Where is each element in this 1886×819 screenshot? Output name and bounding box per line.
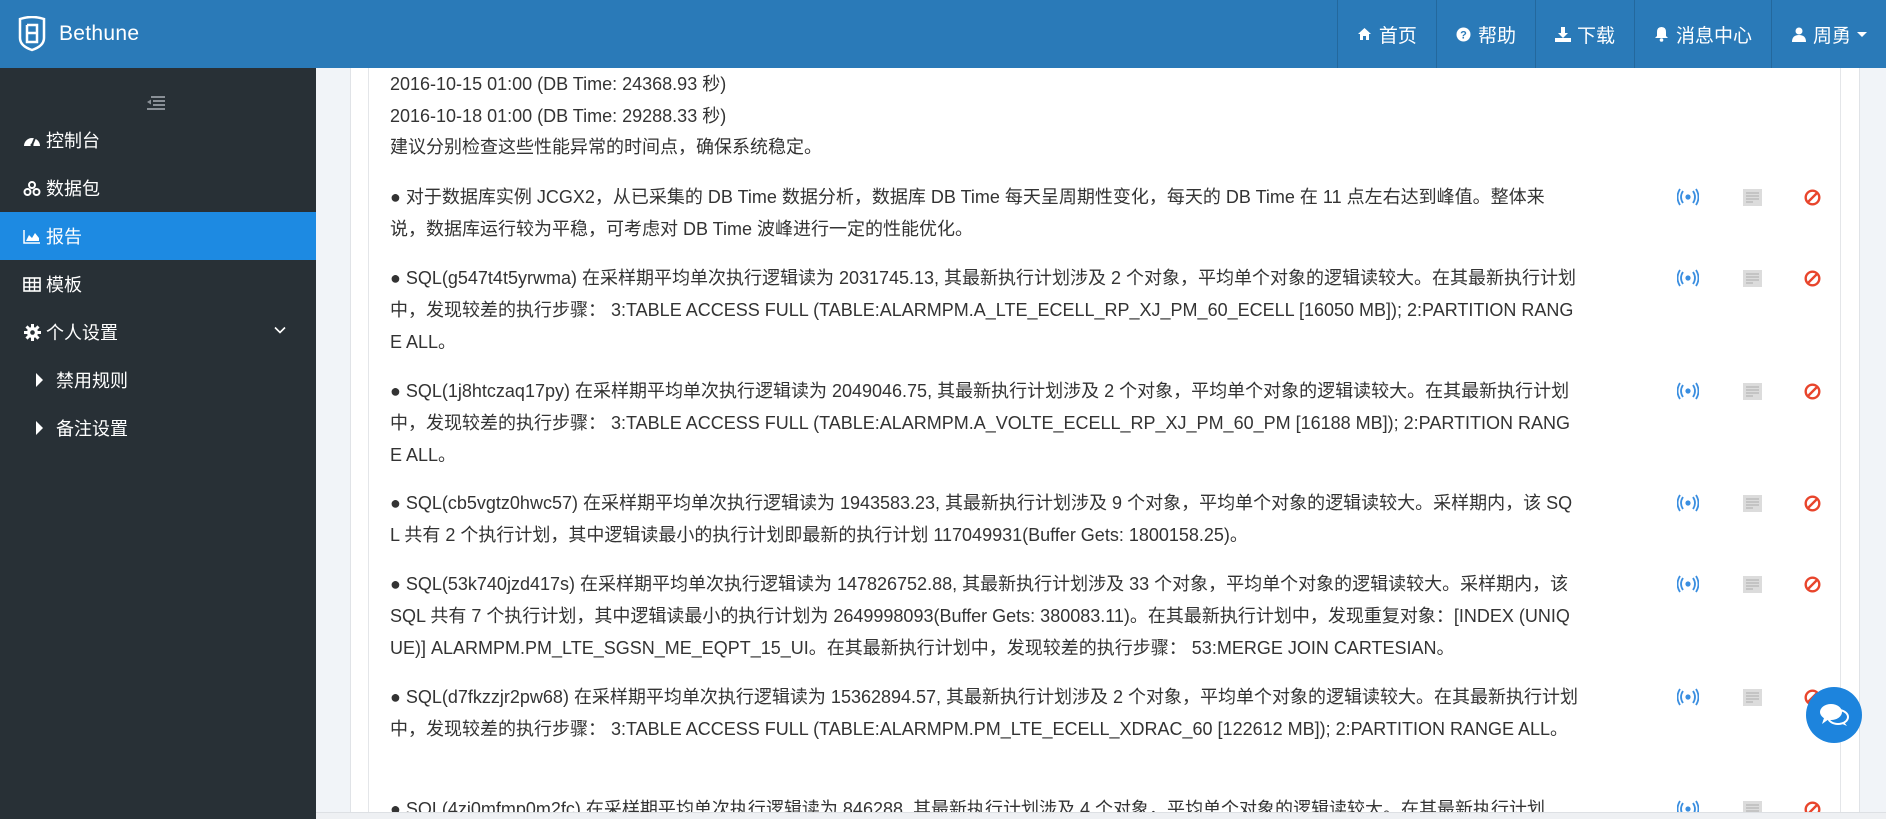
disable-rule-button[interactable] [1800,266,1824,290]
broadcast-icon [1677,269,1699,287]
sidebar-subitem-label: 备注设置 [56,419,128,439]
table-icon [22,275,42,293]
brand-name: Bethune [59,22,140,45]
svg-text:?: ? [1461,29,1468,41]
finding-text: ● SQL(cb5vgtz0hwc57) 在采样期平均单次执行逻辑读为 1943… [390,493,1573,545]
broadcast-icon [1677,382,1699,400]
home-icon [1357,26,1373,42]
ban-icon [1803,494,1821,512]
broadcast-icon [1677,688,1699,706]
broadcast-icon [1677,575,1699,593]
track-button[interactable] [1676,685,1700,709]
note-button[interactable] [1740,491,1764,515]
comments-icon [1820,704,1849,726]
finding-item: ● SQL(1j8htczaq17py) 在采样期平均单次执行逻辑读为 2049… [390,375,1821,471]
sidebar: 控制台 数据包 报告 模板 个人设置 禁用规则 备注设置 [0,68,316,819]
note-button[interactable] [1740,572,1764,596]
nav-home-label: 首页 [1378,25,1417,47]
broadcast-icon [1677,494,1699,512]
nav-home[interactable]: 首页 [1336,0,1436,68]
disable-rule-button[interactable] [1800,185,1824,209]
help-icon: ? [1456,26,1472,42]
note-button[interactable] [1740,379,1764,403]
anomaly-time-line: 2016-10-18 01:00 (DB Time: 29288.33 秒) [390,106,727,126]
finding-text: ● SQL(53k740jzd417s) 在采样期平均单次执行逻辑读为 1478… [390,574,1570,658]
broadcast-icon [1677,188,1699,206]
sidebar-item-label: 控制台 [46,131,100,151]
caret-right-icon [36,373,43,387]
ban-icon [1803,382,1821,400]
sidebar-subitem-note-settings[interactable]: 备注设置 [0,404,316,452]
nav-help-label: 帮助 [1477,25,1516,47]
track-button[interactable] [1676,379,1700,403]
note-icon [1742,575,1762,593]
nav-user-label: 周勇 [1812,25,1851,47]
user-icon [1791,26,1807,42]
track-button[interactable] [1676,266,1700,290]
gear-icon [22,323,42,341]
finding-item: ● SQL(cb5vgtz0hwc57) 在采样期平均单次执行逻辑读为 1943… [390,487,1821,551]
nav-messages-label: 消息中心 [1675,25,1752,47]
nav-messages[interactable]: 消息中心 [1633,0,1771,68]
sidebar-item-personal-settings[interactable]: 个人设置 [0,308,316,356]
finding-item: ● SQL(d7fkzzjr2pw68) 在采样期平均单次执行逻辑读为 1536… [390,681,1821,745]
note-button[interactable] [1740,685,1764,709]
ban-icon [1803,269,1821,287]
sidebar-subitem-label: 禁用规则 [56,371,128,391]
sidebar-item-label: 模板 [46,275,82,295]
download-icon [1554,26,1571,42]
track-button[interactable] [1676,491,1700,515]
sidebar-item-dashboard[interactable]: 控制台 [0,116,316,164]
sidebar-collapse-toggle[interactable] [146,95,166,111]
sidebar-item-templates[interactable]: 模板 [0,260,316,308]
finding-item: ● SQL(g547t4t5yrwma) 在采样期平均单次执行逻辑读为 2031… [390,262,1821,358]
bell-icon [1654,26,1670,42]
disable-rule-button[interactable] [1800,491,1824,515]
cubes-icon [22,179,42,197]
disable-rule-button[interactable] [1800,572,1824,596]
dashboard-icon [22,131,42,149]
area-chart-icon [22,227,42,245]
note-icon [1742,494,1762,512]
sidebar-subitem-disabled-rules[interactable]: 禁用规则 [0,356,316,404]
bethune-logo-icon [18,16,46,52]
finding-text: ● SQL(1j8htczaq17py) 在采样期平均单次执行逻辑读为 2049… [390,381,1571,465]
recommendation-text: 建议分别检查这些性能异常的时间点，确保系统稳定。 [390,137,822,157]
chat-button[interactable] [1806,687,1862,743]
caret-right-icon [36,421,43,435]
finding-item: ● SQL(53k740jzd417s) 在采样期平均单次执行逻辑读为 1478… [390,568,1821,664]
nav-download-label: 下载 [1576,25,1615,47]
anomaly-time-line: 2016-10-15 01:00 (DB Time: 24368.93 秒) [390,74,727,94]
brand[interactable]: Bethune [16,16,139,52]
top-nav: 首页 ? 帮助 下载 消息中心 周勇 [1336,0,1886,68]
sidebar-item-reports[interactable]: 报告 [0,212,316,260]
nav-user-menu[interactable]: 周勇 [1770,0,1886,68]
nav-download[interactable]: 下载 [1534,0,1634,68]
disable-rule-button[interactable] [1800,379,1824,403]
finding-text: ● 对于数据库实例 JCGX2，从已采集的 DB Time 数据分析，数据库 D… [390,187,1545,239]
note-icon [1742,382,1762,400]
chevron-down-icon [274,326,286,334]
track-button[interactable] [1676,185,1700,209]
sidebar-item-label: 数据包 [46,179,100,199]
caret-down-icon [1857,31,1867,37]
top-navbar: Bethune 首页 ? 帮助 下载 消息中心 周勇 [0,0,1886,68]
note-button[interactable] [1740,185,1764,209]
note-button[interactable] [1740,266,1764,290]
note-icon [1742,188,1762,206]
sidebar-item-label: 个人设置 [46,323,118,343]
ban-icon [1803,188,1821,206]
ban-icon [1803,575,1821,593]
sidebar-item-packages[interactable]: 数据包 [0,164,316,212]
note-icon [1742,688,1762,706]
outdent-icon [147,96,165,110]
nav-help[interactable]: ? 帮助 [1435,0,1535,68]
horizontal-scrollbar[interactable] [316,812,1886,819]
finding-item: ● 对于数据库实例 JCGX2，从已采集的 DB Time 数据分析，数据库 D… [390,181,1821,245]
finding-text: ● SQL(g547t4t5yrwma) 在采样期平均单次执行逻辑读为 2031… [390,268,1577,352]
finding-text: ● SQL(d7fkzzjr2pw68) 在采样期平均单次执行逻辑读为 1536… [390,687,1579,739]
note-icon [1742,269,1762,287]
sidebar-item-label: 报告 [46,227,82,247]
track-button[interactable] [1676,572,1700,596]
